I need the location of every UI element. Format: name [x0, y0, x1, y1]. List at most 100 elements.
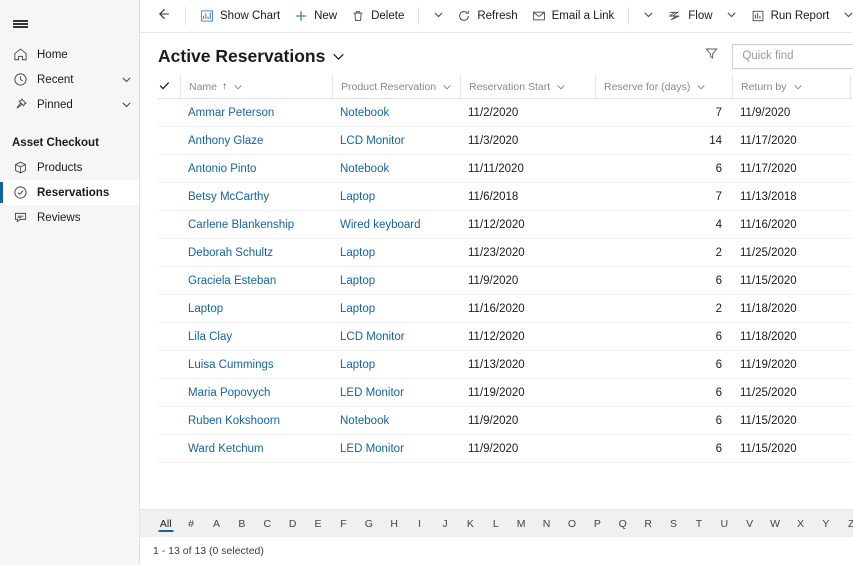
alpha-filter-r[interactable]: R: [635, 510, 660, 537]
alpha-filter-p[interactable]: P: [585, 510, 610, 537]
sidebar-item-reviews[interactable]: Reviews: [0, 205, 139, 230]
alpha-filter-l[interactable]: L: [483, 510, 508, 537]
row-select-checkbox[interactable]: [158, 435, 180, 463]
table-row[interactable]: Maria Popovych LED Monitor 11/19/2020 6 11/2…: [158, 379, 853, 407]
cell-product[interactable]: Laptop: [332, 239, 460, 267]
cell-name[interactable]: Ruben Kokshoorn: [180, 407, 332, 435]
alpha-filter-k[interactable]: K: [458, 510, 483, 537]
table-row[interactable]: Laptop Laptop 11/16/2020 2 11/18/2020: [158, 295, 853, 323]
cell-name[interactable]: Maria Popovych: [180, 379, 332, 407]
command-overflow-chevron-2[interactable]: [636, 1, 660, 31]
alpha-filter-d[interactable]: D: [280, 510, 305, 537]
alpha-filter-a[interactable]: A: [204, 510, 229, 537]
cell-product[interactable]: Laptop: [332, 351, 460, 379]
column-header-return-by[interactable]: Return by: [732, 75, 850, 99]
row-select-checkbox[interactable]: [158, 211, 180, 239]
cell-product[interactable]: LCD Monitor: [332, 323, 460, 351]
cell-name[interactable]: Antonio Pinto: [180, 155, 332, 183]
alpha-filter-u[interactable]: U: [712, 510, 737, 537]
flow-button[interactable]: Flow: [660, 1, 719, 31]
chevron-down-icon[interactable]: [696, 82, 706, 92]
alpha-filter-b[interactable]: B: [229, 510, 254, 537]
select-all-checkbox[interactable]: [158, 75, 180, 99]
cell-name[interactable]: Ammar Peterson: [180, 99, 332, 127]
refresh-button[interactable]: Refresh: [450, 1, 524, 31]
chevron-down-icon[interactable]: [233, 82, 243, 92]
search-input[interactable]: [742, 50, 853, 62]
alpha-filter-c[interactable]: C: [255, 510, 280, 537]
sidebar-item-products[interactable]: Products: [0, 155, 139, 180]
alpha-filter-w[interactable]: W: [762, 510, 787, 537]
view-selector[interactable]: Active Reservations: [158, 46, 345, 67]
cell-name[interactable]: Graciela Esteban: [180, 267, 332, 295]
alpha-filter-v[interactable]: V: [737, 510, 762, 537]
alpha-filter-o[interactable]: O: [559, 510, 584, 537]
email-a-link-button[interactable]: Email a Link: [525, 1, 622, 31]
row-select-checkbox[interactable]: [158, 183, 180, 211]
alpha-filter-t[interactable]: T: [686, 510, 711, 537]
cell-product[interactable]: Notebook: [332, 407, 460, 435]
edit-filters-button[interactable]: [698, 43, 724, 69]
chevron-down-icon[interactable]: [556, 82, 566, 92]
cell-name[interactable]: Ward Ketchum: [180, 435, 332, 463]
column-header-name[interactable]: Name ↑: [180, 75, 332, 99]
table-row[interactable]: Anthony Glaze LCD Monitor 11/3/2020 14 11/17…: [158, 127, 853, 155]
table-row[interactable]: Betsy McCarthy Laptop 11/6/2018 7 11/13/2018: [158, 183, 853, 211]
chevron-down-icon[interactable]: [117, 74, 135, 85]
row-select-checkbox[interactable]: [158, 267, 180, 295]
cell-name[interactable]: Carlene Blankenship: [180, 211, 332, 239]
alpha-filter-z[interactable]: Z: [839, 510, 853, 537]
alpha-filter-y[interactable]: Y: [813, 510, 838, 537]
command-overflow-chevron-1[interactable]: [426, 1, 450, 31]
table-row[interactable]: Deborah Schultz Laptop 11/23/2020 2 11/25/20…: [158, 239, 853, 267]
alpha-filter-q[interactable]: Q: [610, 510, 635, 537]
cell-name[interactable]: Deborah Schultz: [180, 239, 332, 267]
alpha-filter-g[interactable]: G: [356, 510, 381, 537]
alpha-filter-e[interactable]: E: [305, 510, 330, 537]
row-select-checkbox[interactable]: [158, 323, 180, 351]
alpha-filter-i[interactable]: I: [407, 510, 432, 537]
alpha-filter-s[interactable]: S: [661, 510, 686, 537]
sidebar-item-pinned[interactable]: Pinned: [0, 92, 139, 117]
back-button[interactable]: [148, 1, 178, 31]
cell-name[interactable]: Luisa Cummings: [180, 351, 332, 379]
column-header-product-reservation[interactable]: Product Reservation: [332, 75, 460, 99]
cell-product[interactable]: Laptop: [332, 183, 460, 211]
run-report-chevron[interactable]: [836, 1, 853, 31]
alpha-filter-all[interactable]: All: [153, 510, 178, 537]
flow-chevron[interactable]: [720, 1, 744, 31]
alpha-filter-x[interactable]: X: [788, 510, 813, 537]
alpha-filter-j[interactable]: J: [432, 510, 457, 537]
cell-product[interactable]: LED Monitor: [332, 435, 460, 463]
quick-find-box[interactable]: [732, 43, 853, 69]
cell-name[interactable]: Laptop: [180, 295, 332, 323]
table-row[interactable]: Ruben Kokshoorn Notebook 11/9/2020 6 11/15/2…: [158, 407, 853, 435]
sidebar-item-recent[interactable]: Recent: [0, 67, 139, 92]
row-select-checkbox[interactable]: [158, 295, 180, 323]
site-map-toggle-button[interactable]: [0, 6, 40, 42]
table-row[interactable]: Ammar Peterson Notebook 11/2/2020 7 11/9/202…: [158, 99, 853, 127]
alpha-filter-f[interactable]: F: [331, 510, 356, 537]
alpha-filter-m[interactable]: M: [508, 510, 533, 537]
cell-product[interactable]: Laptop: [332, 267, 460, 295]
cell-product[interactable]: Notebook: [332, 99, 460, 127]
row-select-checkbox[interactable]: [158, 407, 180, 435]
new-button[interactable]: New: [287, 1, 344, 31]
chevron-down-icon[interactable]: [117, 99, 135, 110]
cell-product[interactable]: Notebook: [332, 155, 460, 183]
row-select-checkbox[interactable]: [158, 99, 180, 127]
cell-product[interactable]: LCD Monitor: [332, 127, 460, 155]
chevron-down-icon[interactable]: [442, 82, 452, 92]
cell-name[interactable]: Anthony Glaze: [180, 127, 332, 155]
sidebar-item-reservations[interactable]: Reservations: [0, 180, 139, 205]
table-row[interactable]: Carlene Blankenship Wired keyboard 11/12/2…: [158, 211, 853, 239]
cell-name[interactable]: Betsy McCarthy: [180, 183, 332, 211]
row-select-checkbox[interactable]: [158, 351, 180, 379]
cell-product[interactable]: Laptop: [332, 295, 460, 323]
alpha-filter-n[interactable]: N: [534, 510, 559, 537]
chevron-down-icon[interactable]: [793, 82, 803, 92]
row-select-checkbox[interactable]: [158, 127, 180, 155]
column-header-reservation-start[interactable]: Reservation Start: [460, 75, 595, 99]
cell-product[interactable]: LED Monitor: [332, 379, 460, 407]
table-row[interactable]: Graciela Esteban Laptop 11/9/2020 6 11/15/20…: [158, 267, 853, 295]
